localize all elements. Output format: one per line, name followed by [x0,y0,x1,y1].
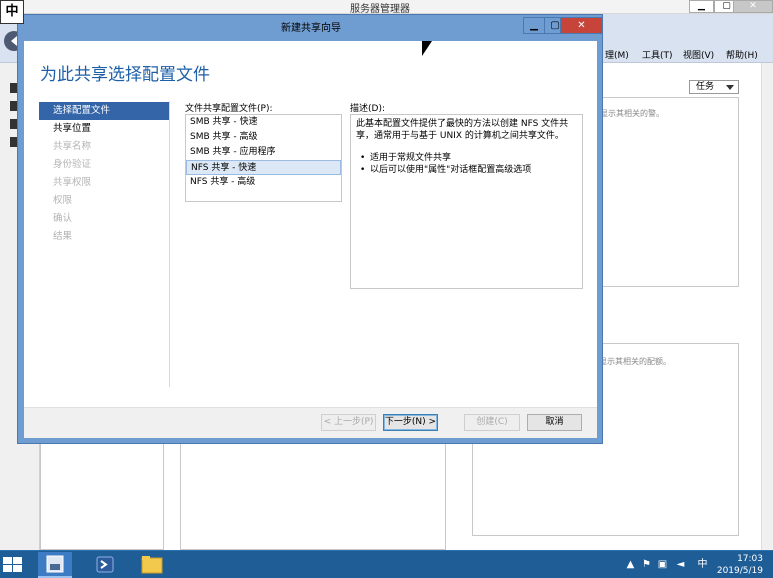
description-label: 描述(D): [350,104,385,114]
profile-item-smb-applications[interactable]: SMB 共享 - 应用程序 [186,145,341,160]
dialog-close-button[interactable]: ✕ [560,17,603,34]
list-panel [180,444,446,550]
profile-item-smb-quick[interactable]: SMB 共享 - 快速 [186,115,341,130]
scrollbar[interactable] [761,63,773,550]
menu-tools[interactable]: 工具(T) [642,48,673,61]
dialog-title: 新建共享向导 [281,23,341,34]
minimize-button[interactable]: ▁ [689,0,714,13]
steps-divider [169,101,170,387]
menu-help[interactable]: 帮助(H) [726,48,758,61]
step-share-permissions: 共享权限 [53,177,92,188]
step-results: 结果 [53,231,73,242]
step-authentication: 身份验证 [53,159,92,170]
notification-chevron-icon[interactable]: ▲ [625,559,636,570]
previous-button[interactable]: < 上一步(P) [321,414,376,431]
step-share-name: 共享名称 [53,141,92,152]
create-button[interactable]: 创建(C) [464,414,520,431]
network-icon[interactable]: ▣ [657,559,668,570]
dialog-footer: < 上一步(P) 下一步(N) > 创建(C) 取消 [24,407,597,438]
clock-date: 2019/5/19 [716,566,763,576]
step-confirmation: 确认 [53,213,73,224]
tasks-dropdown[interactable]: 任务 [689,80,739,94]
step-select-profile[interactable]: 选择配置文件 [39,102,169,120]
volume-icon[interactable]: ◄ [675,559,686,570]
description-bullet: 以后可以使用"属性"对话框配置高级选项 [356,164,577,176]
menu-view[interactable]: 视图(V) [683,48,714,61]
taskbar-powershell[interactable] [88,552,122,578]
clock-time: 17:03 [737,554,763,564]
folder-icon [141,556,163,574]
taskbar-clock[interactable]: 17:03 2019/5/19 [717,553,763,577]
next-button[interactable]: 下一步(N) > [383,414,438,431]
ime-tray-indicator[interactable]: 中 [697,559,708,570]
description-bullet: 适用于常规文件共享 [356,152,577,164]
step-permissions: 权限 [53,195,73,206]
profile-item-nfs-quick[interactable]: NFS 共享 - 快速 [186,160,341,175]
ime-indicator[interactable]: 中 [0,0,24,24]
close-button[interactable]: ✕ [733,0,773,13]
cancel-button[interactable]: 取消 [527,414,582,431]
windows-logo-pane [13,565,22,572]
profile-list[interactable]: SMB 共享 - 快速 SMB 共享 - 高级 SMB 共享 - 应用程序 NF… [185,114,342,202]
mouse-cursor-icon [422,41,432,56]
page-title: 为此共享选择配置文件 [40,65,210,85]
action-center-icon[interactable]: ⚑ [641,559,652,570]
wizard-steps: 选择配置文件 共享位置 共享名称 身份验证 共享权限 权限 确认 结果 [39,102,169,246]
taskbar-server-manager[interactable] [38,552,72,578]
windows-logo-pane [13,557,22,564]
start-button[interactable] [3,557,23,573]
server-manager-icon [46,555,64,573]
panel-hint-bottom: 显示其相关的配额。 [599,357,671,366]
new-share-wizard-dialog: 新建共享向导 ▁ ▢ ✕ 为此共享选择配置文件 选择配置文件 共享位置 共享名称… [17,14,603,444]
dialog-body: 为此共享选择配置文件 选择配置文件 共享位置 共享名称 身份验证 共享权限 权限… [24,41,597,438]
description-box: 此基本配置文件提供了最快的方法以创建 NFS 文件共享，通常用于与基于 UNIX… [350,114,583,289]
powershell-icon [96,556,114,573]
profile-item-nfs-advanced[interactable]: NFS 共享 - 高级 [186,175,341,190]
dialog-content: 选择配置文件 共享位置 共享名称 身份验证 共享权限 权限 确认 结果 文件共享… [24,95,597,407]
taskbar: ▲ ⚑ ▣ ◄ 中 17:03 2019/5/19 [0,550,773,578]
shares-panel: 显示其相关的警。 [595,97,739,287]
panel-hint-top: 显示其相关的警。 [600,109,664,118]
dialog-minimize-button[interactable]: ▁ [523,17,545,34]
dialog-header: 为此共享选择配置文件 [24,41,597,95]
volumes-panel [40,444,164,550]
windows-logo-pane [3,565,12,572]
step-share-location[interactable]: 共享位置 [39,120,169,138]
windows-logo-icon [3,557,12,564]
profile-item-smb-advanced[interactable]: SMB 共享 - 高级 [186,130,341,145]
description-text: 此基本配置文件提供了最快的方法以创建 NFS 文件共享，通常用于与基于 UNIX… [356,119,569,141]
profile-label: 文件共享配置文件(P): [185,104,273,114]
server-manager-title: 服务器管理器 [350,4,410,15]
taskbar-file-explorer[interactable] [135,552,169,578]
menu-manage[interactable]: 理(M) [605,48,629,61]
server-manager-titlebar: 服务器管理器 ▁ ▢ ✕ [0,0,773,15]
